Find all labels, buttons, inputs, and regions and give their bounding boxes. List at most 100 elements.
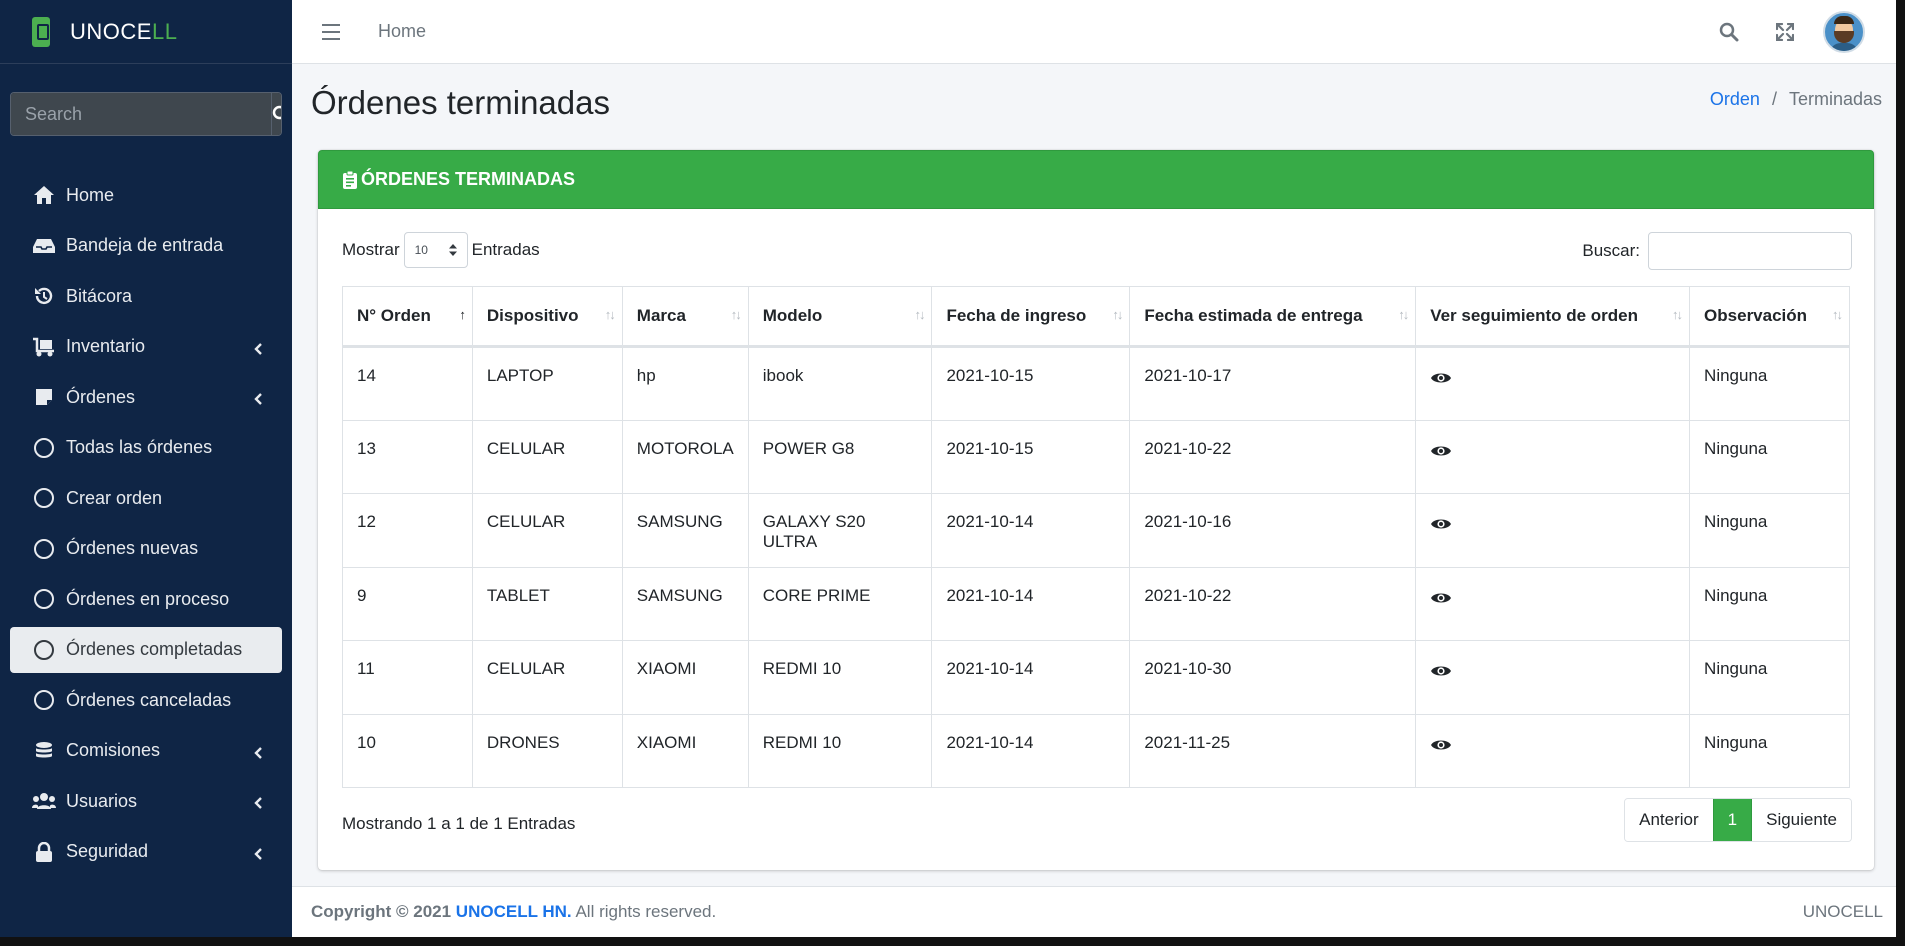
- column-header-label: Observación: [1704, 306, 1808, 325]
- card-title: ÓRDENES TERMINADAS: [361, 169, 576, 189]
- table-cell: Ninguna: [1689, 713, 1850, 788]
- table-cell: DRONES: [471, 713, 623, 788]
- screen-border-right: [1896, 0, 1905, 946]
- sidebar-item-órdenes-nuevas[interactable]: Órdenes nuevas: [10, 526, 282, 572]
- column-header[interactable]: Dispositivo ↑↓: [471, 286, 623, 348]
- table-cell: 13: [342, 419, 473, 494]
- table-row: 14 LAPTOP hp ibook 2021-10-15 2021-10-17 Ningu…: [342, 346, 1850, 421]
- column-header[interactable]: Ver seguimiento de orden ↑↓: [1415, 286, 1691, 348]
- column-header[interactable]: Modelo ↑↓: [747, 286, 933, 348]
- eye-icon[interactable]: [1430, 591, 1452, 610]
- column-header[interactable]: Fecha de ingreso ↑↓: [931, 286, 1131, 348]
- table-cell: SAMSUNG: [621, 493, 749, 568]
- table-cell: ibook: [747, 346, 933, 421]
- table-cell: LAPTOP: [471, 346, 623, 421]
- sidebar-item-label: Órdenes nuevas: [66, 538, 199, 558]
- sidebar-item-label: Órdenes canceladas: [66, 689, 232, 710]
- eye-icon[interactable]: [1430, 738, 1452, 757]
- circle-icon: [32, 689, 56, 711]
- table-cell: 2021-10-15: [931, 419, 1131, 494]
- sidebar-item-label: Bitácora: [66, 285, 133, 306]
- sidebar-item-label: Comisiones: [66, 740, 161, 760]
- column-header[interactable]: Observación ↑↓: [1689, 286, 1850, 348]
- sidebar-item-label: Todas las órdenes: [66, 437, 213, 457]
- table-cell: 2021-10-14: [931, 493, 1131, 568]
- sidebar-item-órdenes[interactable]: Órdenes: [10, 374, 282, 420]
- chevron-left-icon: [254, 339, 262, 360]
- table-cell: 2021-10-14: [931, 713, 1131, 788]
- sidebar: UNOCELL Home Bandeja de entrada Bitácora In…: [0, 0, 292, 946]
- footer-brand-link[interactable]: UNOCELL HN.: [456, 902, 572, 921]
- sidebar-item-crear-orden[interactable]: Crear orden: [10, 475, 282, 521]
- breadcrumb-link-orden[interactable]: Orden: [1710, 89, 1760, 110]
- breadcrumb-separator: /: [1771, 89, 1777, 109]
- table-header-row: N° Orden ↑ Dispositivo ↑↓ Marca ↑↓ Modelo ↑↓ Fec…: [342, 286, 1850, 348]
- eye-icon[interactable]: [1430, 517, 1452, 536]
- pagination-next[interactable]: Siguiente: [1752, 799, 1851, 841]
- table-cell: CORE PRIME: [747, 566, 933, 641]
- column-header[interactable]: N° Orden ↑: [342, 286, 473, 348]
- table-cell: 2021-10-22: [1129, 419, 1417, 494]
- sidebar-search-input[interactable]: [11, 93, 271, 135]
- table-cell: Ninguna: [1689, 419, 1850, 494]
- pagination-previous[interactable]: Anterior: [1625, 799, 1713, 841]
- filter-label: Buscar:: [1582, 241, 1640, 260]
- column-header[interactable]: Marca ↑↓: [621, 286, 749, 348]
- clipboard-icon: [343, 170, 357, 189]
- user-avatar[interactable]: [1823, 11, 1865, 53]
- brand-logo: [32, 16, 50, 47]
- sidebar-item-todas-las-órdenes[interactable]: Todas las órdenes: [10, 425, 282, 471]
- column-header[interactable]: Fecha estimada de entrega ↑↓: [1129, 286, 1417, 348]
- table-cell: hp: [621, 346, 749, 421]
- sidebar-search-button[interactable]: [271, 93, 281, 135]
- sidebar-item-seguridad[interactable]: Seguridad: [10, 829, 282, 875]
- circle-icon: [32, 639, 56, 661]
- sidebar-item-bitácora[interactable]: Bitácora: [10, 273, 282, 319]
- table-cell: SAMSUNG: [621, 566, 749, 641]
- sidebar-item-órdenes-completadas[interactable]: Órdenes completadas: [10, 626, 282, 673]
- chevron-left-icon: [254, 793, 262, 814]
- table-cell: Ninguna: [1689, 640, 1850, 715]
- pagination: Anterior 1 Siguiente: [1624, 798, 1852, 842]
- sidebar-item-usuarios[interactable]: Usuarios: [10, 778, 282, 824]
- table-cell: CELULAR: [471, 419, 623, 494]
- view-tracking-cell: [1415, 640, 1691, 715]
- fullscreen-icon[interactable]: [1757, 0, 1813, 64]
- table-search-input[interactable]: [1648, 232, 1852, 270]
- sidebar-item-home[interactable]: Home: [10, 172, 282, 218]
- sidebar-item-órdenes-en-proceso[interactable]: Órdenes en proceso: [10, 576, 282, 622]
- sidebar-item-label: Bandeja de entrada: [66, 235, 224, 255]
- sidebar-item-inventario[interactable]: Inventario: [10, 324, 282, 370]
- sidebar-item-bandeja-de-entrada[interactable]: Bandeja de entrada: [10, 223, 282, 269]
- table-cell: REDMI 10: [747, 640, 933, 715]
- sort-ascending-icon: ↑: [459, 307, 465, 322]
- sort-icon: ↑↓: [1112, 307, 1123, 322]
- search-icon[interactable]: [1701, 0, 1757, 64]
- entries-label: Entradas: [471, 240, 540, 259]
- eye-icon[interactable]: [1430, 444, 1452, 463]
- table-cell: 9: [342, 566, 473, 641]
- select-arrows-icon: [448, 244, 457, 256]
- page-length-select[interactable]: 10: [403, 232, 468, 268]
- pagination-page-1[interactable]: 1: [1712, 799, 1753, 841]
- topbar-home-link[interactable]: Home: [378, 21, 426, 42]
- sort-icon: ↑↓: [1832, 307, 1843, 322]
- sidebar-item-comisiones[interactable]: Comisiones: [10, 728, 282, 774]
- table-cell: 2021-10-30: [1129, 640, 1417, 715]
- table-row: 11 CELULAR XIAOMI REDMI 10 2021-10-14 2021-10…: [342, 640, 1850, 715]
- eye-icon[interactable]: [1430, 371, 1452, 390]
- table-cell: REDMI 10: [747, 713, 933, 788]
- column-header-label: N° Orden: [357, 306, 431, 325]
- inbox-icon: [32, 235, 56, 257]
- eye-icon[interactable]: [1430, 664, 1452, 683]
- sort-icon: ↑↓: [604, 307, 616, 322]
- sidebar-item-órdenes-canceladas[interactable]: Órdenes canceladas: [10, 677, 282, 723]
- view-tracking-cell: [1415, 566, 1691, 641]
- brand[interactable]: UNOCELL: [0, 0, 292, 64]
- table-cell: 2021-10-22: [1129, 566, 1417, 641]
- menu-toggle-icon[interactable]: [322, 23, 340, 40]
- home-icon: [32, 184, 56, 206]
- table-cell: 11: [342, 640, 473, 715]
- topbar: Home: [292, 0, 1905, 64]
- table-cell: 2021-10-14: [931, 640, 1131, 715]
